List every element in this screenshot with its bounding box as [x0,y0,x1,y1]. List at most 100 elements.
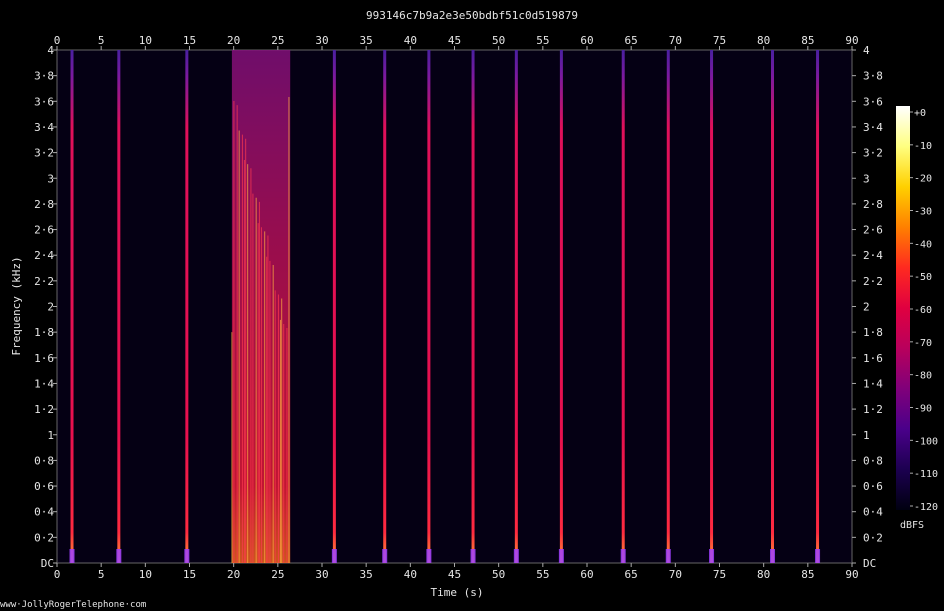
x-tick-label-top: 15 [183,34,196,47]
tone-burst [514,50,518,563]
x-tick-label-top: 10 [139,34,152,47]
colorbar [896,106,910,510]
y-tick-label-left: 2·8 [34,198,54,211]
y-tick-label-right: 3·2 [863,147,883,160]
colorbar-ticks: +0 -10 -20 -30 -40 -50 -60 -70 -80 -90 -100 -110 -12… [910,108,938,513]
x-tick-label-bottom: 35 [360,568,373,581]
tone-burst [621,50,625,563]
y-tick-label-right: 1·6 [863,352,883,365]
tone-burst [771,50,774,563]
x-tick-label-bottom: 15 [183,568,196,581]
y-tick-label-left: 1·2 [34,403,54,416]
y-tick-label-right: 3·6 [863,95,883,108]
colorbar-tick-label: -20 [914,174,932,185]
x-tick-label-bottom: 5 [98,568,105,581]
y-tick-label-right: 1·4 [863,377,883,390]
chart-title: 993146c7b9a2e3e50bdbf51c0d519879 [366,9,578,22]
tone-burst-base [815,549,821,563]
x-tick-label-top: 5 [98,34,105,47]
y-tick-label-left: 0·4 [34,506,54,519]
x-tick-label-bottom: 50 [492,568,505,581]
tone-burst [666,50,670,563]
x-tick-label-bottom: 85 [801,568,814,581]
x-axis-label: Time (s) [431,586,484,599]
y-tick-label-right: 4 [863,44,870,57]
tone-burst-base [665,549,671,563]
y-axis-left: DC 0·2 0·4 0·6 0·8 1 1·2 1·4 1·6 1·8 2 2·2 2·4 2·6 2·8… [34,44,57,570]
y-tick-label-right: 2 [863,301,870,314]
x-tick-label-bottom: 45 [448,568,461,581]
x-axis-bottom: 0 5 10 15 20 25 30 35 40 45 50 55 60 65 70 75 80 85 90 [54,563,859,581]
y-tick-label-left: 2·2 [34,275,54,288]
y-tick-label-right: 0·4 [863,506,883,519]
y-tick-label-right: DC [863,557,876,570]
spectrogram-chart: 993146c7b9a2e3e50bdbf51c0d519879 0 5 10 15 2… [0,9,938,610]
tone-burst [710,50,714,563]
noise-segment [231,50,291,563]
x-tick-label-top: 75 [713,34,726,47]
x-tick-label-top: 40 [404,34,417,47]
colorbar-tick-label: +0 [914,108,926,119]
colorbar-tick-label: -50 [914,272,932,283]
y-tick-label-right: 0·2 [863,531,883,544]
tone-burst-base [69,549,75,563]
x-tick-label-bottom: 30 [315,568,328,581]
y-tick-label-left: 0·6 [34,480,54,493]
colorbar-tick-label: -80 [914,371,932,382]
y-axis-label: Frequency (kHz) [10,256,23,355]
colorbar-tick-label: -100 [914,436,938,447]
plot-area [56,49,853,564]
y-tick-label-right: 1 [863,429,870,442]
colorbar-tick-label: -90 [914,404,932,415]
tone-burst [185,50,189,563]
x-tick-label-bottom: 20 [227,568,240,581]
y-tick-label-left: 2·4 [34,249,54,262]
y-tick-label-left: 3·4 [34,121,54,134]
colorbar-label: dBFS [900,520,924,531]
colorbar-tick-label: -70 [914,338,932,349]
y-tick-label-left: 4 [47,44,54,57]
x-tick-label-bottom: 65 [625,568,638,581]
y-tick-label-right: 0·8 [863,454,883,467]
footer-credit: www·JollyRogerTelephone·com [0,600,146,610]
x-tick-label-top: 60 [580,34,593,47]
y-tick-label-right: 2·4 [863,249,883,262]
x-tick-label-bottom: 25 [271,568,284,581]
y-tick-label-right: 1·2 [863,403,883,416]
tone-burst [816,50,820,563]
x-tick-label-bottom: 40 [404,568,417,581]
x-tick-label-top: 25 [271,34,284,47]
x-tick-label-top: 80 [757,34,770,47]
y-tick-label-left: 3·6 [34,95,54,108]
y-tick-label-left: 3·8 [34,70,54,83]
tone-burst-base [558,549,564,563]
x-axis-top: 0 5 10 15 20 25 30 35 40 45 50 55 60 65 70 75 80 85 90 [54,34,859,50]
x-tick-label-top: 45 [448,34,461,47]
x-tick-label-bottom: 75 [713,568,726,581]
tone-burst-base [513,549,519,563]
tone-burst [471,50,475,563]
x-tick-label-top: 65 [625,34,638,47]
colorbar-tick-label: -110 [914,469,938,480]
y-tick-label-left: DC [41,557,54,570]
colorbar-tick-label: -60 [914,305,932,316]
x-tick-label-bottom: 80 [757,568,770,581]
colorbar-tick-label: -30 [914,207,932,218]
x-tick-label-bottom: 10 [139,568,152,581]
y-axis-right: DC 0·2 0·4 0·6 0·8 1 1·2 1·4 1·6 1·8 2 2·2 2·4 2·6 2·8… [852,44,883,570]
tone-burst [427,50,431,563]
tone-burst-base [331,549,337,563]
y-tick-label-left: 2 [47,301,54,314]
x-tick-label-top: 50 [492,34,505,47]
y-tick-label-left: 2·6 [34,224,54,237]
y-tick-label-left: 1 [47,429,54,442]
y-tick-label-left: 1·6 [34,352,54,365]
x-tick-label-bottom: 55 [536,568,549,581]
colorbar-tick-label: -120 [914,502,938,513]
y-tick-label-left: 3·2 [34,147,54,160]
y-tick-label-right: 3·4 [863,121,883,134]
colorbar-tick-label: -10 [914,141,932,152]
y-tick-label-left: 0·8 [34,454,54,467]
y-tick-label-left: 0·2 [34,531,54,544]
x-tick-label-top: 70 [669,34,682,47]
